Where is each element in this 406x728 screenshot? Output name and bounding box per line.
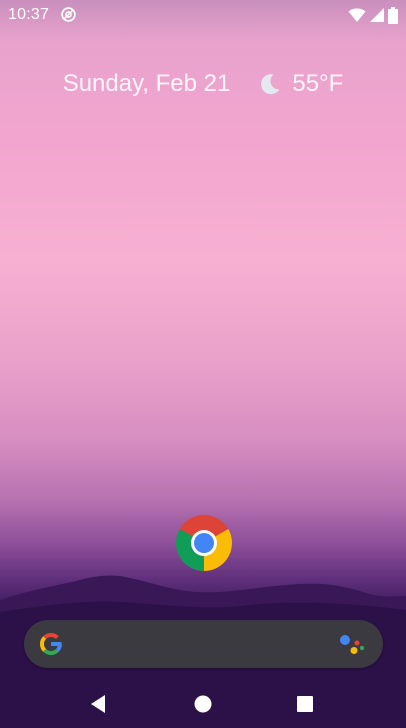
do-not-disturb-icon <box>61 7 76 22</box>
home-icon[interactable] <box>190 691 216 717</box>
status-time: 10:37 <box>8 6 50 23</box>
battery-icon <box>388 6 398 24</box>
google-search-bar[interactable] <box>24 620 383 668</box>
google-g-icon <box>40 633 62 656</box>
cellular-signal-icon <box>370 8 384 22</box>
chrome-icon[interactable] <box>175 514 233 572</box>
navigation-bar <box>0 680 406 728</box>
status-bar: 10:37 <box>0 0 406 30</box>
glance-date[interactable]: Sunday, Feb 21 <box>63 70 231 98</box>
wifi-icon <box>348 8 366 22</box>
back-icon[interactable] <box>86 691 112 717</box>
status-icons <box>348 6 398 24</box>
recents-icon[interactable] <box>292 691 318 717</box>
at-a-glance-widget[interactable]: Sunday, Feb 21 55°F <box>0 66 406 102</box>
google-assistant-icon[interactable] <box>339 632 365 656</box>
glance-temperature[interactable]: 55°F <box>292 70 343 98</box>
moon-icon <box>261 74 280 95</box>
